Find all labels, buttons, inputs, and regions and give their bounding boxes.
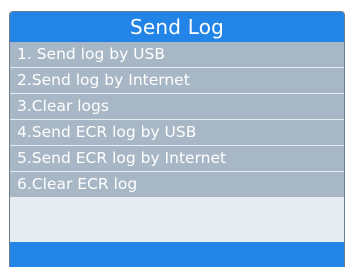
send-log-menu: 1. Send log by USB 2.Send log by Interne… — [10, 42, 344, 197]
menu-item-send-ecr-log-usb[interactable]: 4.Send ECR log by USB — [10, 120, 344, 145]
menu-item-send-ecr-log-internet[interactable]: 5.Send ECR log by Internet — [10, 146, 344, 171]
page-title: Send Log — [10, 12, 344, 42]
footer-bar — [10, 242, 344, 267]
menu-item-clear-logs[interactable]: 3.Clear logs — [10, 94, 344, 119]
send-log-screen: Send Log 1. Send log by USB 2.Send log b… — [9, 11, 345, 267]
menu-item-clear-ecr-log[interactable]: 6.Clear ECR log — [10, 172, 344, 197]
menu-item-send-log-internet[interactable]: 2.Send log by Internet — [10, 68, 344, 93]
menu-item-send-log-usb[interactable]: 1. Send log by USB — [10, 42, 344, 67]
